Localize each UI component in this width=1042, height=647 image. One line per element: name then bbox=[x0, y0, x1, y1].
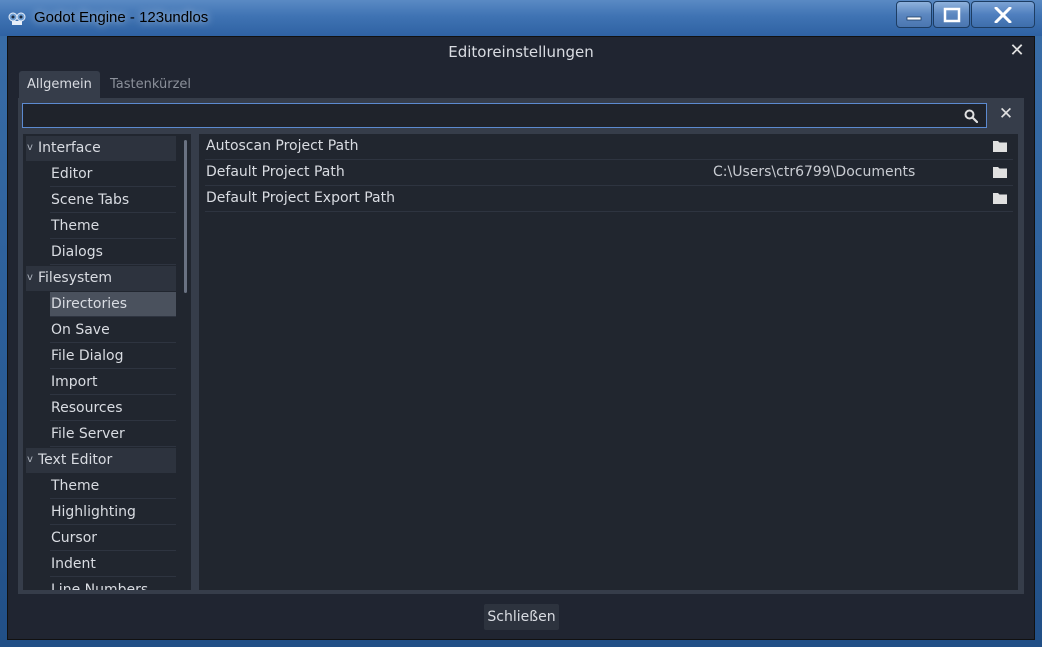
property-row-autoscan-project-path[interactable]: Autoscan Project Path bbox=[205, 134, 1013, 160]
tree-item-directories[interactable]: Directories bbox=[50, 292, 176, 317]
tree-item-line-numbers[interactable]: Line Numbers bbox=[50, 578, 176, 590]
tree-item-scene-tabs[interactable]: Scene Tabs bbox=[50, 188, 176, 213]
folder-icon[interactable] bbox=[993, 192, 1007, 204]
tree-item-highlighting[interactable]: Highlighting bbox=[50, 500, 176, 525]
tree-item-import[interactable]: Import bbox=[50, 370, 176, 395]
window-title: Godot Engine - 123undlos bbox=[34, 9, 209, 26]
editor-settings-dialog: Editoreinstellungen ✕ Allgemein Tastenkü… bbox=[7, 36, 1035, 640]
close-icon bbox=[994, 6, 1012, 23]
maximize-icon bbox=[943, 7, 960, 22]
maximize-button[interactable] bbox=[933, 1, 970, 28]
tree-item-on-save[interactable]: On Save bbox=[50, 318, 176, 343]
chevron-down-icon: v bbox=[27, 272, 33, 283]
property-list: Autoscan Project Path Default Project Pa… bbox=[199, 134, 1018, 590]
tab-allgemein[interactable]: Allgemein bbox=[19, 71, 100, 98]
search-clear-button[interactable]: ✕ bbox=[996, 104, 1016, 124]
close-dialog-button[interactable]: Schließen bbox=[484, 604, 559, 630]
window-titlebar[interactable]: Godot Engine - 123undlos bbox=[0, 0, 1042, 36]
tree-item-theme[interactable]: Theme bbox=[50, 474, 176, 499]
tab-tastenkuerzel[interactable]: Tastenkürzel bbox=[102, 71, 199, 98]
tree-item-resources[interactable]: Resources bbox=[50, 396, 176, 421]
minimize-button[interactable] bbox=[896, 1, 932, 28]
godot-logo-icon bbox=[8, 12, 26, 25]
tree-item-theme[interactable]: Theme bbox=[50, 214, 176, 239]
property-label: Default Project Path bbox=[206, 164, 345, 180]
settings-category-tree[interactable]: v Interface Editor Scene Tabs Theme Dialo… bbox=[23, 134, 191, 590]
close-icon: ✕ bbox=[1009, 40, 1025, 61]
tree-scrollbar[interactable] bbox=[184, 140, 187, 293]
chevron-down-icon: v bbox=[27, 454, 33, 465]
property-label: Default Project Export Path bbox=[206, 190, 395, 206]
property-label: Autoscan Project Path bbox=[206, 138, 359, 154]
property-row-default-project-path[interactable]: Default Project Path C:\Users\ctr6799\Do… bbox=[205, 160, 1013, 186]
dialog-close-button[interactable]: ✕ bbox=[1008, 42, 1026, 60]
tree-item-file-server[interactable]: File Server bbox=[50, 422, 176, 447]
tree-category-label: Interface bbox=[38, 140, 101, 156]
tree-item-file-dialog[interactable]: File Dialog bbox=[50, 344, 176, 369]
property-row-default-project-export-path[interactable]: Default Project Export Path bbox=[205, 186, 1013, 212]
tree-category-label: Filesystem bbox=[38, 270, 113, 286]
close-icon: ✕ bbox=[998, 104, 1014, 124]
tree-category-text-editor[interactable]: v Text Editor bbox=[26, 448, 176, 473]
folder-icon[interactable] bbox=[993, 140, 1007, 152]
tree-item-indent[interactable]: Indent bbox=[50, 552, 176, 577]
tree-category-label: Text Editor bbox=[38, 452, 113, 468]
tree-category-filesystem[interactable]: v Filesystem bbox=[26, 266, 176, 291]
window-close-button[interactable] bbox=[971, 1, 1035, 28]
tree-category-interface[interactable]: v Interface bbox=[26, 136, 176, 161]
folder-icon[interactable] bbox=[993, 166, 1007, 178]
settings-panel: ✕ v Interface Editor Scene Tabs Theme Dia… bbox=[18, 98, 1024, 594]
property-value[interactable]: C:\Users\ctr6799\Documents bbox=[713, 164, 915, 180]
minimize-icon bbox=[906, 16, 922, 20]
dialog-title: Editoreinstellungen bbox=[448, 43, 594, 61]
tree-item-cursor[interactable]: Cursor bbox=[50, 526, 176, 551]
tree-item-editor[interactable]: Editor bbox=[50, 162, 176, 187]
search-input[interactable] bbox=[22, 103, 987, 128]
search-icon bbox=[964, 109, 978, 123]
tree-item-dialogs[interactable]: Dialogs bbox=[50, 240, 176, 265]
chevron-down-icon: v bbox=[27, 142, 33, 153]
